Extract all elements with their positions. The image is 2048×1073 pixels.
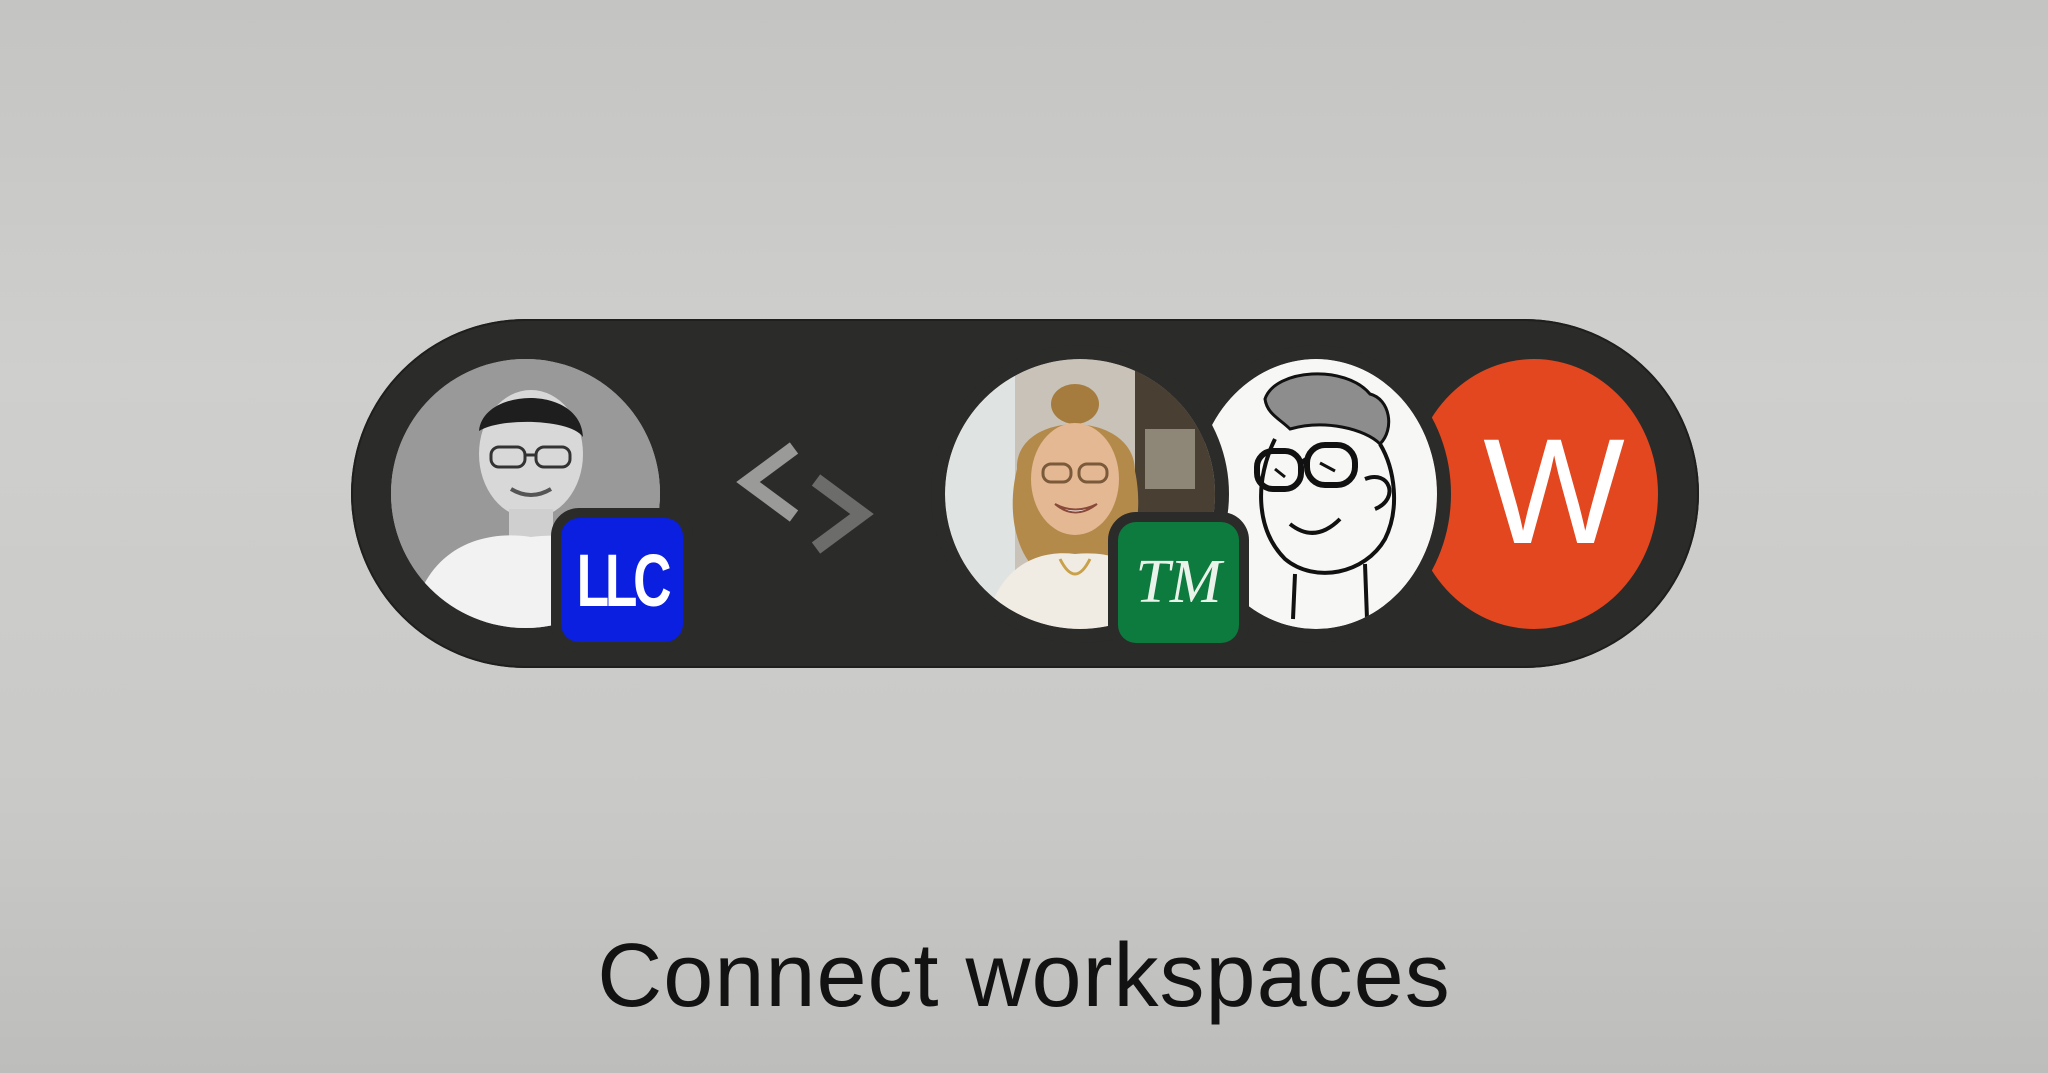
caption-title: Connect workspaces [597, 926, 1451, 1026]
workspace-w-letter: W [1483, 407, 1625, 575]
llc-badge-label: LLC [576, 538, 672, 622]
tm-badge-label: TM [1135, 548, 1222, 616]
llc-badge: LLC [561, 518, 683, 642]
tm-badge: TM [1118, 522, 1239, 643]
swap-arrows-icon [736, 442, 874, 554]
